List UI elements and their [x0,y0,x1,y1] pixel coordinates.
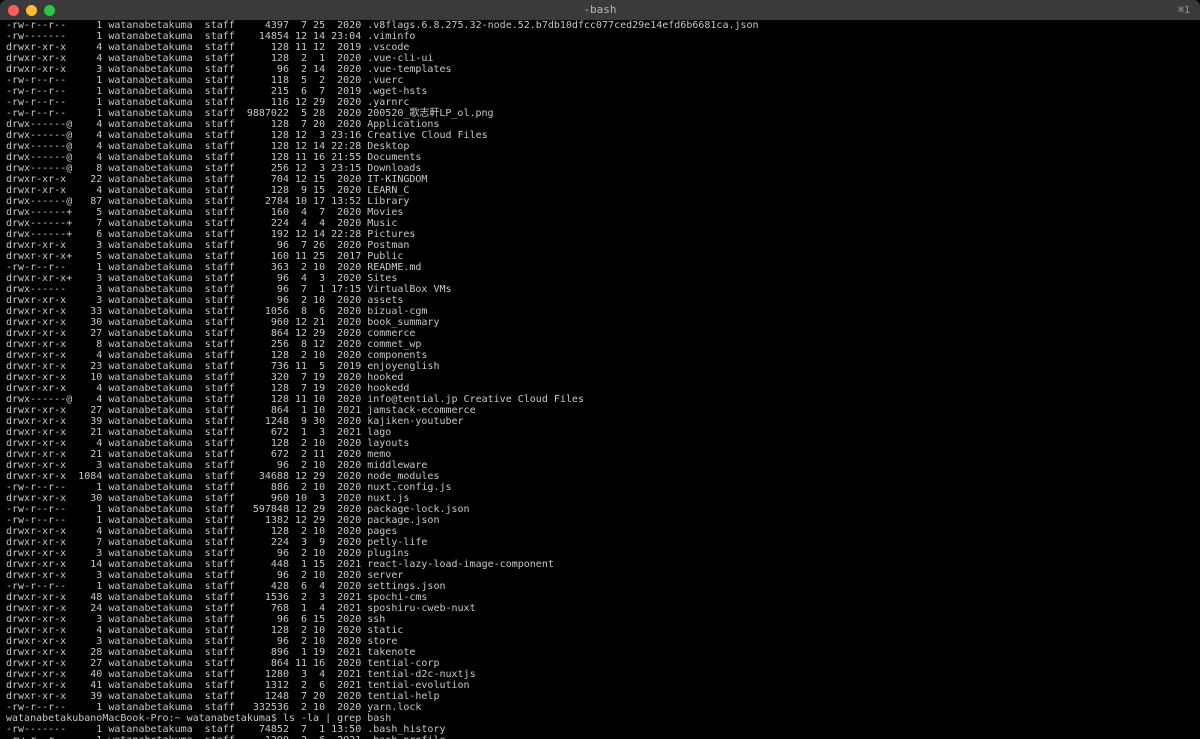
terminal-content[interactable]: -rw-r--r-- 1 watanabetakuma staff 4397 7… [0,20,1200,739]
titlebar[interactable]: -bash ⌘1 [0,0,1200,20]
terminal-window: -bash ⌘1 -rw-r--r-- 1 watanabetakuma sta… [0,0,1200,739]
window-status: ⌘1 [1178,5,1190,16]
window-title: -bash [0,4,1200,16]
